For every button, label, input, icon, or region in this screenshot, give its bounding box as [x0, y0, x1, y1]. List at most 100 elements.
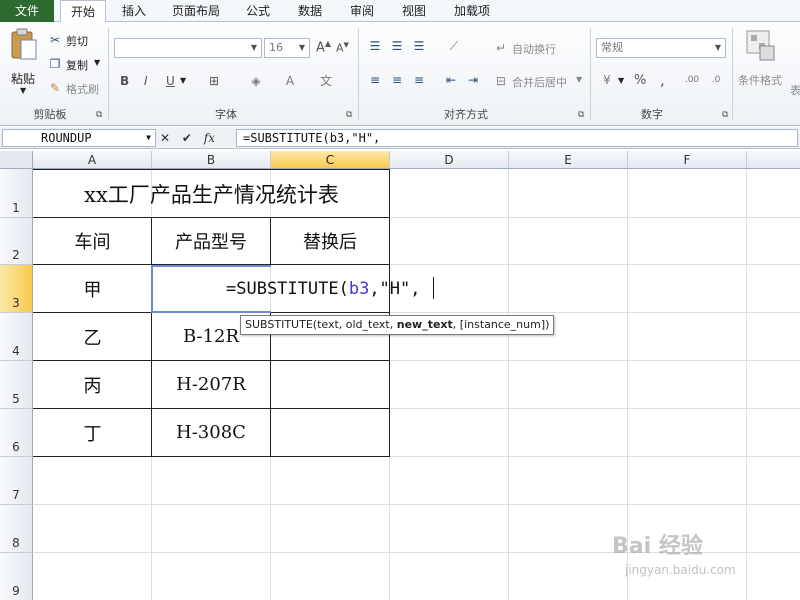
percent-button[interactable]: %	[634, 73, 646, 88]
tab-file[interactable]: 文件	[0, 0, 54, 22]
tab-insert[interactable]: 插入	[112, 0, 156, 22]
italic-button[interactable]: I	[144, 74, 148, 88]
header-workshop[interactable]: 车间	[34, 218, 151, 264]
number-format-dropdown[interactable]: 常规 ▼	[596, 38, 726, 58]
cancel-icon[interactable]: ✕	[160, 131, 170, 145]
row-header-8[interactable]: 8	[0, 505, 33, 553]
align-left-icon[interactable]: ≡	[368, 72, 382, 88]
number-launcher-icon[interactable]: ⧉	[722, 110, 728, 120]
tab-page-layout[interactable]: 页面布局	[164, 0, 228, 22]
header-replaced[interactable]: 替换后	[271, 218, 389, 264]
enter-icon[interactable]: ✔	[182, 131, 192, 145]
tab-addins[interactable]: 加载项	[444, 0, 500, 22]
row-header-1[interactable]: 1	[0, 169, 33, 218]
chevron-down-icon: ▼	[714, 43, 721, 52]
grow-font-icon[interactable]: A▲	[316, 39, 331, 55]
column-header-a[interactable]: A	[33, 151, 152, 169]
clipboard-launcher-icon[interactable]: ⧉	[96, 110, 102, 120]
row-header-6[interactable]: 6	[0, 409, 33, 457]
cell-a3[interactable]: 甲	[34, 265, 151, 312]
column-header-e[interactable]: E	[509, 151, 628, 169]
row-header-7[interactable]: 7	[0, 457, 33, 505]
phonetic-icon[interactable]: 文	[318, 73, 334, 89]
number-format-value: 常规	[601, 41, 623, 54]
align-center-icon[interactable]: ≡	[390, 72, 404, 88]
tooltip-func: SUBSTITUTE(text, old_text,	[245, 318, 397, 331]
merge-dropdown-icon[interactable]: ▼	[576, 75, 582, 84]
merge-icon: ⊟	[495, 74, 507, 88]
row-header-5[interactable]: 5	[0, 361, 33, 409]
wrap-text-icon: ↵	[495, 41, 507, 55]
row-header-2[interactable]: 2	[0, 218, 33, 265]
font-size-dropdown[interactable]: 16 ▼	[264, 38, 310, 58]
column-header-partial[interactable]	[747, 151, 800, 169]
function-tooltip[interactable]: SUBSTITUTE(text, old_text, new_text, [in…	[240, 315, 555, 335]
format-painter-label: 格式刷	[66, 83, 99, 96]
cell-b6[interactable]: H-308C	[152, 409, 270, 456]
select-all-corner[interactable]	[0, 151, 33, 169]
watermark-url: jingyan.baidu.com	[625, 563, 736, 577]
font-launcher-icon[interactable]: ⧉	[346, 110, 352, 120]
header-model[interactable]: 产品型号	[152, 218, 270, 264]
name-box-value: ROUNDUP	[41, 131, 92, 145]
increase-indent-icon[interactable]: ⇥	[466, 72, 480, 88]
align-middle-icon[interactable]: ☰	[390, 38, 404, 54]
chevron-down-icon: ▼	[146, 133, 151, 142]
tab-data[interactable]: 数据	[288, 0, 332, 22]
bold-button[interactable]: B	[120, 74, 129, 88]
font-color-icon[interactable]: A	[282, 73, 298, 89]
paste-dropdown-icon[interactable]: ▼	[20, 86, 26, 95]
tab-formulas[interactable]: 公式	[236, 0, 280, 22]
name-box[interactable]: ROUNDUP ▼	[2, 129, 156, 147]
increase-decimal-icon[interactable]: .00	[684, 72, 700, 88]
insert-function-button[interactable]: fx	[204, 131, 215, 145]
cell-a4[interactable]: 乙	[34, 313, 151, 360]
format-as-table-label[interactable]: 表	[790, 82, 800, 98]
column-header-b[interactable]: B	[152, 151, 271, 169]
decrease-decimal-icon[interactable]: .0	[708, 72, 724, 88]
orientation-icon[interactable]: ⟋	[444, 38, 464, 54]
currency-icon[interactable]: ¥	[598, 72, 616, 88]
underline-dropdown-icon[interactable]: ▼	[180, 76, 186, 85]
align-top-icon[interactable]: ☰	[368, 38, 382, 54]
cell-a6[interactable]: 丁	[34, 409, 151, 456]
tab-home[interactable]: 开始	[60, 0, 106, 23]
tab-view[interactable]: 视图	[392, 0, 436, 22]
conditional-format-label: 条件格式	[738, 74, 782, 87]
sheet-title[interactable]: xx工厂产品生产情况统计表	[34, 170, 389, 217]
alignment-launcher-icon[interactable]: ⧉	[578, 110, 584, 120]
formula-input[interactable]: =SUBSTITUTE(b3,"H",	[236, 129, 798, 147]
row-header-9[interactable]: 9	[0, 553, 33, 600]
edit-suffix: ,"H",	[369, 279, 421, 299]
formula-buttons: ✕ ✔ fx	[160, 129, 215, 147]
column-header-c[interactable]: C	[271, 151, 390, 169]
paste-button[interactable]: 粘贴 ▼	[8, 28, 40, 95]
copy-icon: ❐	[49, 57, 61, 71]
conditional-format-button[interactable]: 条件格式	[738, 28, 786, 98]
align-right-icon[interactable]: ≡	[412, 72, 426, 88]
borders-icon[interactable]: ⊞	[206, 73, 222, 89]
cell-a5[interactable]: 丙	[34, 361, 151, 408]
row-header-4[interactable]: 4	[0, 313, 33, 361]
copy-dropdown-icon[interactable]: ▼	[94, 58, 100, 67]
number-group-label: 数字	[641, 108, 663, 121]
text-caret	[433, 277, 434, 299]
paste-icon	[11, 28, 37, 60]
tab-review[interactable]: 审阅	[340, 0, 384, 22]
cell-b5[interactable]: H-207R	[152, 361, 270, 408]
underline-button[interactable]: U	[166, 74, 175, 88]
shrink-font-icon[interactable]: A▼	[336, 41, 349, 55]
comma-button[interactable]: ,	[660, 71, 665, 89]
column-header-d[interactable]: D	[390, 151, 509, 169]
fill-color-icon[interactable]: ◈	[248, 73, 264, 89]
align-bottom-icon[interactable]: ☰	[412, 38, 426, 54]
row-header-3[interactable]: 3	[0, 265, 33, 313]
group-separator	[590, 28, 591, 120]
cell-edit-text[interactable]: =SUBSTITUTE(b3,"H",	[226, 279, 421, 299]
merge-center-label: 合并后居中	[512, 76, 567, 89]
group-separator	[732, 28, 733, 120]
decrease-indent-icon[interactable]: ⇤	[444, 72, 458, 88]
font-name-dropdown[interactable]: ▼	[114, 38, 262, 58]
column-header-f[interactable]: F	[628, 151, 747, 169]
currency-dropdown-icon[interactable]: ▼	[618, 76, 624, 85]
